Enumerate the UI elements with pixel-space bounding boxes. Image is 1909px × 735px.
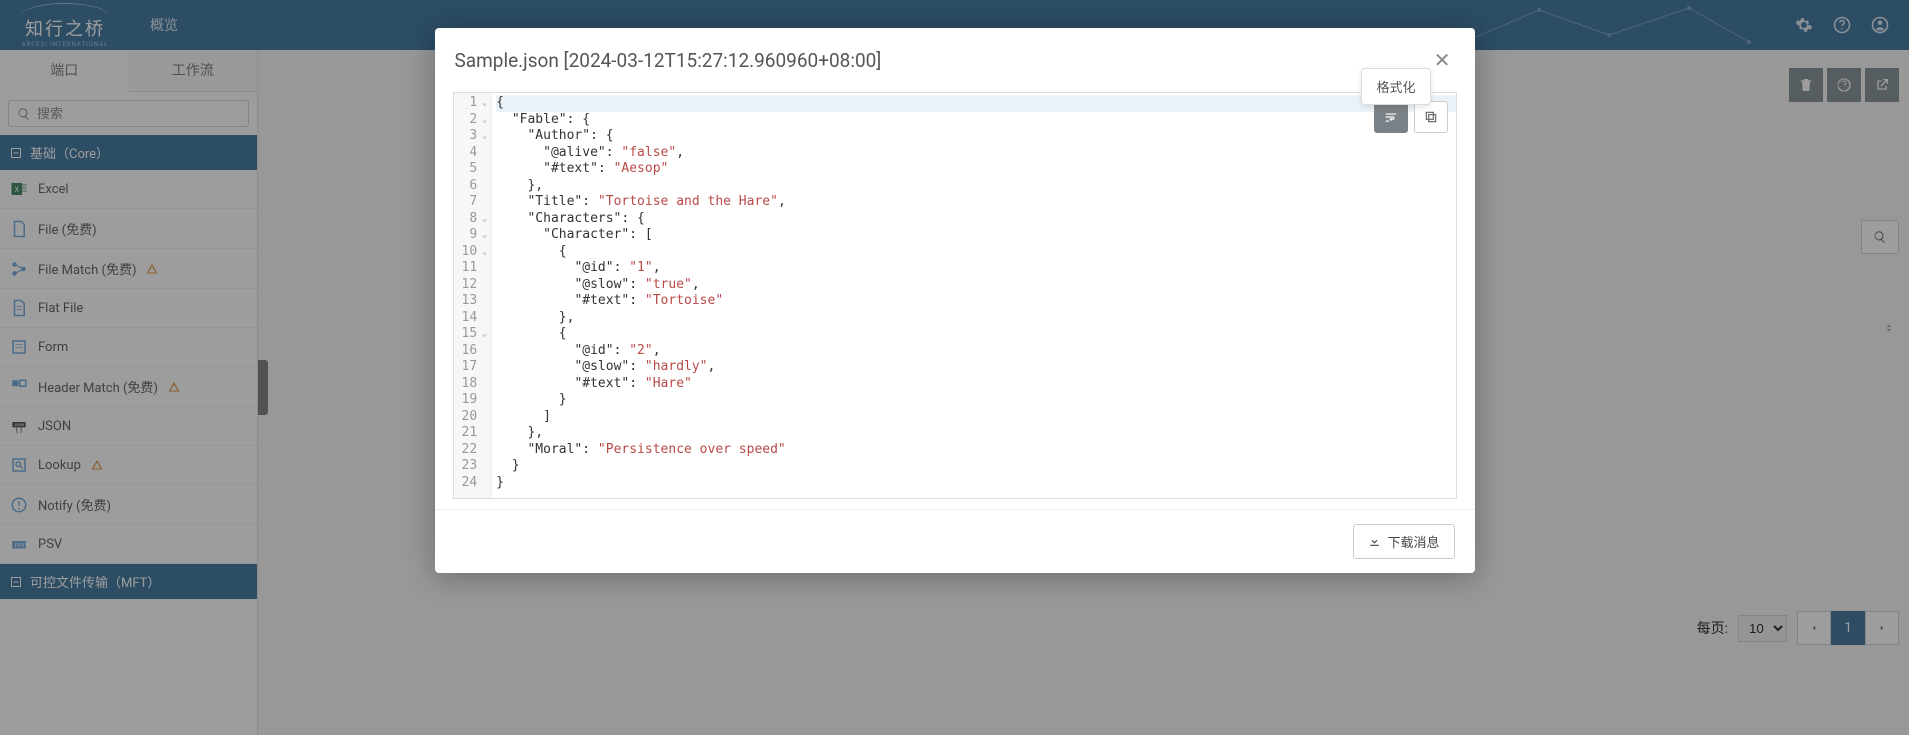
code-line[interactable]: { xyxy=(496,95,1455,112)
modal-overlay: Sample.json [2024-03-12T15:27:12.960960+… xyxy=(0,0,1909,735)
format-button[interactable] xyxy=(1374,101,1408,133)
code-line[interactable]: "Characters": { xyxy=(496,211,1455,228)
code-line[interactable]: "#text": "Hare" xyxy=(496,376,1455,393)
code-line[interactable]: "Title": "Tortoise and the Hare", xyxy=(496,194,1455,211)
copy-button[interactable] xyxy=(1414,101,1448,133)
code-line[interactable]: "#text": "Tortoise" xyxy=(496,293,1455,310)
code-line[interactable]: "Fable": { xyxy=(496,112,1455,129)
code-line[interactable]: } xyxy=(496,458,1455,475)
close-icon[interactable]: ✕ xyxy=(1430,44,1455,76)
modal: Sample.json [2024-03-12T15:27:12.960960+… xyxy=(435,28,1475,573)
code-line[interactable]: }, xyxy=(496,178,1455,195)
code-line[interactable]: ] xyxy=(496,409,1455,426)
code-line[interactable]: "@alive": "false", xyxy=(496,145,1455,162)
wrap-icon xyxy=(1384,110,1398,124)
code-line[interactable]: "@id": "2", xyxy=(496,343,1455,360)
code-line[interactable]: { xyxy=(496,326,1455,343)
code-line[interactable]: "Character": [ xyxy=(496,227,1455,244)
code-line[interactable]: }, xyxy=(496,310,1455,327)
download-label: 下载消息 xyxy=(1387,532,1439,551)
code-line[interactable]: "@id": "1", xyxy=(496,260,1455,277)
copy-icon xyxy=(1424,110,1438,124)
download-button[interactable]: 下载消息 xyxy=(1353,524,1454,559)
code-line[interactable]: "#text": "Aesop" xyxy=(496,161,1455,178)
code-line[interactable]: } xyxy=(496,392,1455,409)
code-line[interactable]: { xyxy=(496,244,1455,261)
format-tooltip: 格式化 xyxy=(1361,68,1430,105)
code-line[interactable]: }, xyxy=(496,425,1455,442)
code-line[interactable]: "@slow": "hardly", xyxy=(496,359,1455,376)
download-icon xyxy=(1368,535,1381,548)
code-line[interactable]: "Moral": "Persistence over speed" xyxy=(496,442,1455,459)
code-editor: 1⌄2⌄3⌄45678⌄9⌄10⌄1112131415⌄161718192021… xyxy=(453,92,1457,499)
code-line[interactable]: } xyxy=(496,475,1455,492)
code-line[interactable]: "@slow": "true", xyxy=(496,277,1455,294)
modal-title: Sample.json [2024-03-12T15:27:12.960960+… xyxy=(455,49,1430,72)
code-line[interactable]: "Author": { xyxy=(496,128,1455,145)
